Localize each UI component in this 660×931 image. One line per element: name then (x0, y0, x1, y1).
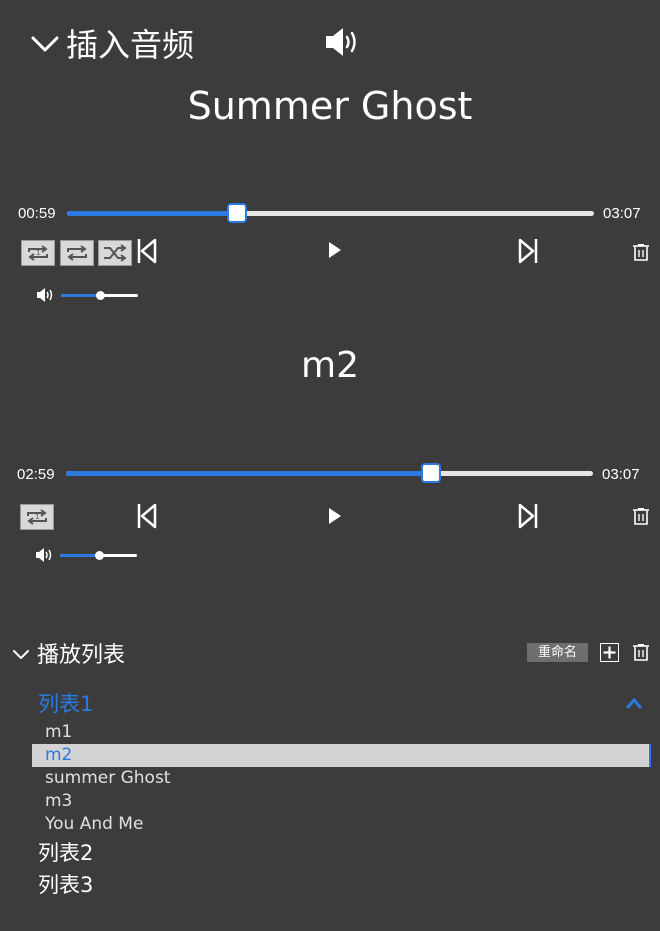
svg-text:1: 1 (35, 513, 39, 521)
player-1-volume-icon (36, 288, 54, 302)
player-1-play-icon[interactable] (327, 241, 343, 259)
repeat-all-icon (67, 245, 87, 261)
playlist-list-1[interactable]: 列表1 (38, 690, 93, 718)
song-item[interactable]: m3 (32, 790, 651, 813)
shuffle-button[interactable] (98, 240, 132, 266)
playlist-list-3[interactable]: 列表3 (38, 871, 93, 899)
delete-list-icon[interactable] (632, 643, 650, 661)
player-2-elapsed-time: 02:59 (17, 466, 55, 483)
player-2-next-icon[interactable] (517, 502, 539, 530)
song-item[interactable]: You And Me (32, 813, 651, 836)
player-1-progress-bar[interactable] (67, 203, 594, 223)
player-1-delete-icon[interactable] (632, 243, 650, 261)
player-2-progress-bar[interactable] (66, 463, 593, 483)
song-item-selected[interactable]: m2 (32, 744, 651, 767)
player-2-play-icon[interactable] (327, 507, 343, 525)
player-2-volume-slider[interactable] (60, 551, 137, 560)
repeat-one-button[interactable]: 1 (21, 240, 55, 266)
rename-button[interactable]: 重命名 (527, 643, 588, 662)
player-1-progress-fill (67, 211, 236, 216)
svg-text:1: 1 (36, 249, 40, 257)
panel-title: 插入音频 (66, 26, 195, 64)
player-1-duration: 03:07 (603, 205, 641, 222)
player-2-volume-icon (35, 548, 53, 562)
player-2-volume-handle[interactable] (94, 551, 104, 560)
repeat-all-button[interactable] (60, 240, 94, 266)
player-1-progress-handle[interactable] (226, 203, 247, 223)
player-2-delete-icon[interactable] (632, 507, 650, 525)
shuffle-icon (104, 244, 127, 262)
player-2-volume-fill (60, 554, 99, 557)
collapse-chevron-icon[interactable] (30, 34, 60, 54)
player-1-elapsed-time: 00:59 (18, 205, 56, 222)
player-1-volume-slider[interactable] (61, 291, 138, 300)
player-2-track-title: m2 (301, 345, 359, 386)
repeat-one-icon: 1 (28, 245, 48, 261)
player-2-progress-fill (66, 471, 430, 476)
player-2-previous-icon[interactable] (136, 502, 158, 530)
chevron-up-icon[interactable] (626, 697, 642, 709)
player-1-track-title: Summer Ghost (187, 84, 473, 128)
playlist-title: 播放列表 (37, 643, 126, 668)
playlist-list-2[interactable]: 列表2 (38, 839, 93, 867)
speaker-icon[interactable] (324, 26, 360, 58)
player-1-volume-fill (61, 294, 100, 297)
player-2-duration: 03:07 (602, 466, 640, 483)
player-2-progress-handle[interactable] (420, 463, 441, 483)
player-1-next-icon[interactable] (517, 237, 539, 265)
player-1-previous-icon[interactable] (136, 237, 158, 265)
song-item[interactable]: m1 (32, 721, 651, 744)
song-item[interactable]: summer Ghost (32, 767, 651, 790)
repeat-one-icon: 1 (27, 509, 47, 525)
playlist-collapse-chevron-icon[interactable] (12, 649, 30, 661)
repeat-one-button[interactable]: 1 (20, 504, 54, 530)
player-1-volume-handle[interactable] (95, 291, 105, 300)
add-list-icon[interactable] (600, 643, 619, 662)
